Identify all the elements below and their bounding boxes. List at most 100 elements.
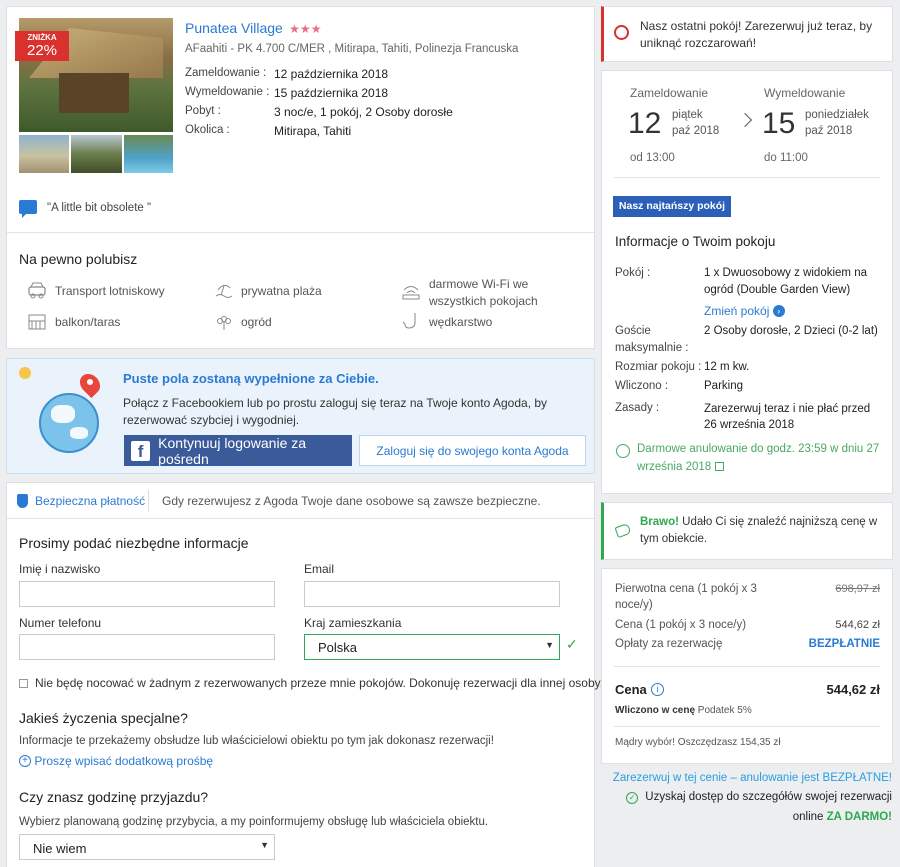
facebook-icon: f <box>131 440 151 461</box>
free-cancel-text-2: września 2018 <box>637 461 712 473</box>
login-promo-card: Puste pola zostaną wypełnione za Ciebie.… <box>6 358 595 474</box>
plus-circle-icon: + <box>19 754 31 767</box>
checkin-label: Zameldowanie : <box>185 67 267 79</box>
change-room-label: Zmień pokój <box>704 303 770 318</box>
included-value: Parking <box>704 380 743 392</box>
secure-payment-text: Gdy rezerwujesz z Agoda Twoje dane osobo… <box>162 494 541 508</box>
caret-down-icon: ▼ <box>260 840 269 850</box>
stay-label: Pobyt : <box>185 105 221 117</box>
amenity-garden: ogród <box>241 315 272 329</box>
country-field-label: Kraj zamieszkania <box>304 616 402 630</box>
divider <box>7 518 594 519</box>
access-text-1: Uzyskaj dostęp do szczegółów swojej reze… <box>645 791 892 803</box>
last-room-text-2: uniknąć rozczarowań! <box>640 36 757 50</box>
stay-value: 3 noc/e, 1 pokój, 2 Osoby dorosłe <box>274 105 453 119</box>
login-promo-title: Puste pola zostaną wypełnione za Ciebie. <box>123 371 379 386</box>
size-label: Rozmiar pokoju : <box>615 361 702 373</box>
divider <box>614 666 880 667</box>
price-label: Cena (1 pokój x 3 noce/y) <box>615 619 747 631</box>
star-rating-icon: ★★★ <box>289 22 322 36</box>
name-field[interactable] <box>19 581 275 607</box>
checkin-day: 12 <box>628 107 662 140</box>
hotel-name-link[interactable]: Punatea Village <box>185 20 283 36</box>
checkout-label: Wymeldowanie : <box>185 86 270 98</box>
best-price-alert: Brawo! Udało Ci się znaleźć najniższą ce… <box>601 502 893 560</box>
area-value: Mitirapa, Tahiti <box>274 124 352 138</box>
room-info-title: Informacje o Twoim pokoju <box>615 234 776 249</box>
arrival-time-text: Wybierz planowaną godzinę przybycia, a m… <box>19 816 489 828</box>
valid-check-icon: ✓ <box>566 636 578 652</box>
amenity-private-beach: prywatna plaża <box>241 284 322 298</box>
room-value-1: 1 x Dwuosobowy z widokiem na <box>704 267 867 279</box>
hotel-card: ZNIŻKA 22% Punatea Village ★★★ AFaahiti … <box>6 6 595 349</box>
amenity-fishing: wędkarstwo <box>429 315 493 329</box>
area-label: Okolica : <box>185 124 230 136</box>
email-field[interactable] <box>304 581 560 607</box>
agoda-login-button[interactable]: Zaloguj się do swojego konta Agoda <box>359 435 586 466</box>
form-title: Prosimy podać niezbędne informacje <box>19 535 249 551</box>
info-icon[interactable]: i <box>651 683 664 696</box>
wifi-icon <box>402 286 420 300</box>
arrival-time-title: Czy znasz godzinę przyjazdu? <box>19 789 209 805</box>
phone-field[interactable] <box>19 634 275 660</box>
add-request-label: Proszę wpisać dodatkową prośbę <box>34 753 214 768</box>
last-room-alert: Nasz ostatni pokój! Zarezerwuj już teraz… <box>601 6 893 62</box>
check-circle-icon: ✓ <box>626 792 639 804</box>
not-staying-checkbox[interactable] <box>19 679 28 688</box>
airport-transfer-icon <box>28 282 46 299</box>
thumbnail-1[interactable] <box>19 135 69 173</box>
login-promo-text-2: rezerwować szybciej i wygodniej. <box>123 413 300 427</box>
divider <box>7 232 594 233</box>
garden-icon <box>217 316 231 330</box>
guests-value: 2 Osoby dorosłe, 2 Dzieci (0-2 lat) <box>704 325 878 337</box>
cancel-note: Zarezerwuj w tej cenie – anulowanie jest… <box>612 772 892 784</box>
amenity-wifi-line1: darmowe Wi-Fi we <box>429 277 529 291</box>
phone-field-label: Numer telefonu <box>19 616 102 630</box>
shield-lock-icon <box>17 494 28 508</box>
special-requests-title: Jakieś życzenia specjalne? <box>19 710 188 726</box>
original-price-value: 698,97 zł <box>835 583 880 595</box>
total-value: 544,62 zł <box>826 682 881 697</box>
country-select[interactable]: Polska ▼ <box>304 634 560 660</box>
amenities-title: Na pewno polubisz <box>19 251 138 267</box>
chevron-right-icon <box>737 112 753 128</box>
caret-down-icon: ▼ <box>545 640 554 650</box>
checkin-header: Zameldowanie <box>630 86 709 100</box>
original-price-label-2: noce/y) <box>615 599 653 611</box>
free-cancel-icon <box>616 444 630 458</box>
fee-value: BEZPŁATNIE <box>808 638 880 650</box>
booking-form-card: Bezpieczna płatność Gdy rezerwujesz z Ag… <box>6 482 603 867</box>
amenity-wifi-line2: wszystkich pokojach <box>429 294 538 308</box>
facebook-login-button[interactable]: f Kontynuuj logowanie za pośredn <box>124 434 352 467</box>
price-value: 544,62 zł <box>835 619 880 631</box>
external-link-icon[interactable] <box>714 462 724 472</box>
special-requests-text: Informacje te przekażemy obsłudze lub wł… <box>19 735 494 747</box>
country-select-value: Polska <box>318 640 358 655</box>
bravo-strong: Brawo! <box>640 516 679 528</box>
checkout-time: do 11:00 <box>764 152 808 164</box>
add-request-link[interactable]: + Proszę wpisać dodatkową prośbę <box>19 753 213 768</box>
guests-label-1: Goście <box>615 325 651 337</box>
thumbnail-3[interactable] <box>124 135 173 173</box>
checkin-time: od 13:00 <box>630 152 675 164</box>
last-room-text-1: Nasz ostatni pokój! Zarezerwuj już teraz… <box>640 19 873 33</box>
checkout-header: Wymeldowanie <box>764 86 846 100</box>
free-cancel-text-1: Darmowe anulowanie do godz. 23:59 w dniu… <box>637 443 880 455</box>
hotel-address: AFaahiti - PK 4.700 C/MER , Mitirapa, Ta… <box>185 43 519 55</box>
amenity-balcony: balkon/taras <box>55 315 121 329</box>
checkin-value: 12 października 2018 <box>274 67 389 81</box>
arrival-time-select[interactable]: Nie wiem ▼ <box>19 834 275 860</box>
not-staying-label: Nie będę nocować w żadnym z rezerwowanyc… <box>35 676 604 690</box>
review-quote: "A little bit obsolete " <box>47 202 152 214</box>
checkin-weekday: piątek <box>672 109 703 121</box>
discount-badge: ZNIŻKA 22% <box>15 31 69 61</box>
tax-included-text: Podatek 5% <box>697 705 752 716</box>
original-price-label-1: Pierwotna cena (1 pokój x 3 <box>615 583 757 595</box>
facebook-login-label: Kontynuuj logowanie za pośredn <box>158 434 307 467</box>
access-text-2: online <box>792 811 827 823</box>
balcony-icon <box>28 314 46 330</box>
rules-value-2: 26 września 2018 <box>704 419 795 431</box>
change-room-link[interactable]: Zmień pokój › <box>704 303 785 318</box>
thumbnail-2[interactable] <box>71 135 122 173</box>
secure-payment-label: Bezpieczna płatność <box>35 494 146 508</box>
